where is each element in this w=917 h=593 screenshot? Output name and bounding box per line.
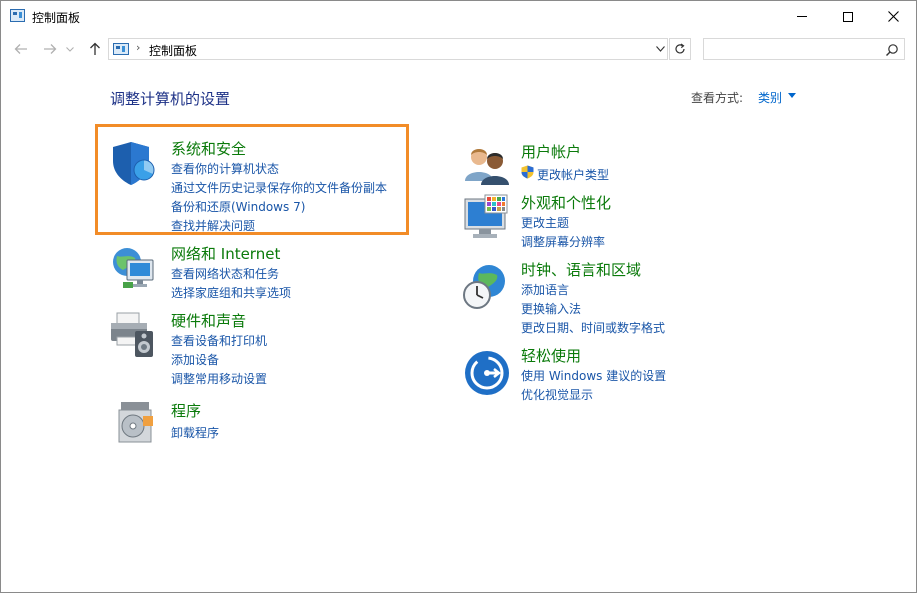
link-devices-printers[interactable]: 查看设备和打印机 xyxy=(171,332,267,349)
printer-speaker-icon[interactable] xyxy=(109,311,157,359)
refresh-button[interactable] xyxy=(669,38,691,60)
address-bar[interactable]: › 控制面板 xyxy=(108,38,668,60)
link-recommended-settings[interactable]: 使用 Windows 建议的设置 xyxy=(521,367,666,384)
category-clock-language-region[interactable]: 时钟、语言和区域 xyxy=(521,259,641,280)
category-network-internet[interactable]: 网络和 Internet xyxy=(171,243,280,264)
link-network-status[interactable]: 查看网络状态和任务 xyxy=(171,265,279,282)
control-panel-icon xyxy=(10,9,25,22)
category-ease-of-access[interactable]: 轻松使用 xyxy=(521,345,581,366)
category-appearance-personalization[interactable]: 外观和个性化 xyxy=(521,192,611,213)
ease-of-access-icon[interactable] xyxy=(463,349,511,397)
user-accounts-icon[interactable] xyxy=(463,141,511,189)
highlight-box xyxy=(95,124,409,235)
arrow-right-icon xyxy=(44,44,57,54)
clock-globe-icon[interactable] xyxy=(461,263,509,311)
minimize-button[interactable] xyxy=(779,1,825,32)
close-icon xyxy=(887,11,899,22)
page-title: 调整计算机的设置 xyxy=(110,90,231,108)
address-dropdown-button[interactable] xyxy=(653,40,667,58)
link-change-theme[interactable]: 更改主题 xyxy=(521,214,569,231)
arrow-up-icon xyxy=(90,42,100,55)
search-box[interactable] xyxy=(703,38,905,60)
chevron-down-icon xyxy=(66,46,74,52)
search-icon[interactable] xyxy=(885,43,899,57)
maximize-button[interactable] xyxy=(825,1,871,32)
link-date-time-format[interactable]: 更改日期、时间或数字格式 xyxy=(521,319,665,336)
breadcrumb[interactable]: 控制面板 xyxy=(149,42,197,59)
link-optimize-visual-display[interactable]: 优化视觉显示 xyxy=(521,386,593,403)
control-panel-window: 控制面板 › 控制面板 调整计算机的设置 查看方式: 类别 系统和安全 查看你的… xyxy=(0,0,917,593)
link-screen-resolution[interactable]: 调整屏幕分辨率 xyxy=(521,233,605,250)
refresh-icon xyxy=(675,43,685,54)
link-change-input-method[interactable]: 更换输入法 xyxy=(521,300,581,317)
breadcrumb-chevron-icon[interactable]: › xyxy=(136,41,140,54)
search-input[interactable] xyxy=(708,40,878,60)
link-mobility-settings[interactable]: 调整常用移动设置 xyxy=(171,370,267,387)
category-programs[interactable]: 程序 xyxy=(171,400,201,421)
category-user-accounts[interactable]: 用户帐户 xyxy=(521,141,581,162)
arrow-left-icon xyxy=(14,44,27,54)
up-button[interactable] xyxy=(84,38,106,60)
window-title: 控制面板 xyxy=(32,11,81,25)
maximize-icon xyxy=(843,11,853,22)
link-change-account-type[interactable]: 更改帐户类型 xyxy=(537,166,609,183)
network-globe-icon[interactable] xyxy=(109,244,157,292)
control-panel-icon xyxy=(113,43,129,55)
close-button[interactable] xyxy=(870,1,916,32)
category-hardware-sound[interactable]: 硬件和声音 xyxy=(171,310,246,331)
link-homegroup-sharing[interactable]: 选择家庭组和共享选项 xyxy=(171,284,291,301)
link-add-device[interactable]: 添加设备 xyxy=(171,351,219,368)
view-by-dropdown[interactable]: 类别 xyxy=(758,89,782,106)
back-button[interactable] xyxy=(10,38,32,60)
link-uninstall-program[interactable]: 卸载程序 xyxy=(171,424,219,441)
view-by-label: 查看方式: xyxy=(691,91,744,105)
title-bar: 控制面板 xyxy=(1,1,916,32)
forward-button[interactable] xyxy=(39,38,61,60)
link-add-language[interactable]: 添加语言 xyxy=(521,281,569,298)
minimize-icon xyxy=(797,16,807,17)
appearance-monitor-icon[interactable] xyxy=(463,193,511,241)
recent-locations-button[interactable] xyxy=(63,38,77,60)
programs-disc-icon[interactable] xyxy=(113,398,161,446)
uac-shield-icon xyxy=(521,165,534,179)
dropdown-arrow-icon[interactable] xyxy=(788,93,796,98)
chevron-down-icon xyxy=(655,46,665,52)
